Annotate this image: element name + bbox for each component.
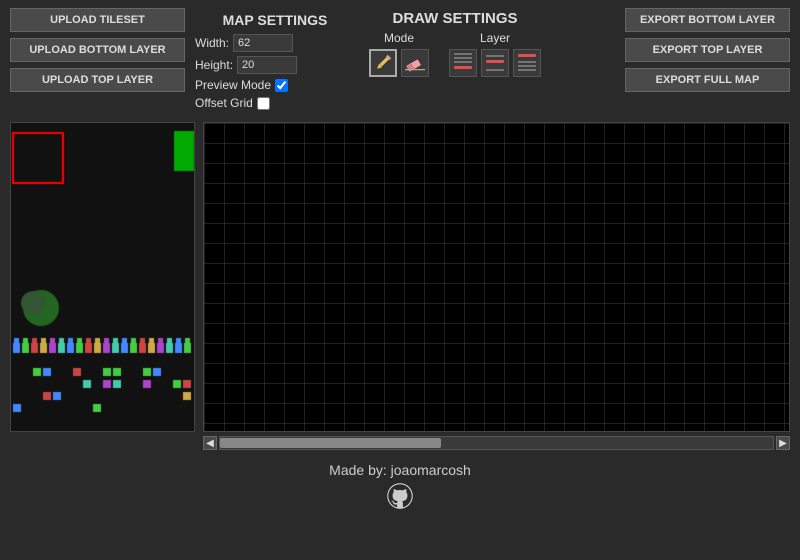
made-by-text: Made by: joaomarcosh: [329, 462, 471, 478]
draw-sub: Mode: [369, 31, 541, 77]
map-canvas[interactable]: [203, 122, 790, 432]
top-layer-svg: [516, 52, 538, 74]
scrollbar-track[interactable]: [219, 436, 774, 450]
layer-icons: [449, 49, 541, 77]
map-canvas-wrapper: ◀ ▶: [203, 122, 790, 450]
scroll-right-arrow[interactable]: ▶: [776, 436, 790, 450]
preview-mode-label: Preview Mode: [195, 78, 271, 92]
preview-mode-checkbox[interactable]: [275, 79, 288, 92]
pencil-tool[interactable]: [369, 49, 397, 77]
upload-tileset-button[interactable]: UPLOAD TILESET: [10, 8, 185, 32]
top-bar: UPLOAD TILESET UPLOAD BOTTOM LAYER UPLOA…: [0, 0, 800, 122]
map-settings-panel: MAP SETTINGS Width: Height: Preview Mode…: [195, 8, 355, 114]
offset-grid-label: Offset Grid: [195, 96, 253, 110]
pencil-icon: [373, 53, 393, 73]
bottom-layer-icon[interactable]: [449, 49, 477, 77]
offset-grid-checkbox[interactable]: [257, 97, 270, 110]
right-buttons: EXPORT BOTTOM LAYER EXPORT TOP LAYER EXP…: [625, 8, 790, 92]
eraser-tool[interactable]: [401, 49, 429, 77]
offset-grid-row: Offset Grid: [195, 96, 270, 110]
mode-group: Mode: [369, 31, 429, 77]
map-settings-title: MAP SETTINGS: [223, 12, 328, 28]
layer-label: Layer: [480, 31, 510, 45]
preview-mode-row: Preview Mode: [195, 78, 288, 92]
export-bottom-layer-button[interactable]: EXPORT BOTTOM LAYER: [625, 8, 790, 32]
middle-layer-svg: [484, 52, 506, 74]
layer-group: Layer: [449, 31, 541, 77]
upload-top-layer-button[interactable]: UPLOAD TOP LAYER: [10, 68, 185, 92]
width-label: Width:: [195, 36, 229, 50]
scrollbar-wrapper: ◀ ▶: [203, 436, 790, 450]
scroll-left-arrow[interactable]: ◀: [203, 436, 217, 450]
height-input[interactable]: [237, 56, 297, 74]
footer: Made by: joaomarcosh: [0, 462, 800, 510]
upload-bottom-layer-button[interactable]: UPLOAD BOTTOM LAYER: [10, 38, 185, 62]
eraser-icon: [405, 53, 425, 73]
mode-label: Mode: [384, 31, 414, 45]
mode-icons: [369, 49, 429, 77]
grid-overlay: [204, 123, 789, 431]
height-label: Height:: [195, 58, 233, 72]
height-row: Height:: [195, 56, 297, 74]
bottom-layer-svg: [452, 52, 474, 74]
draw-settings-title: DRAW SETTINGS: [392, 10, 517, 27]
main-area: ◀ ▶: [0, 122, 800, 450]
scrollbar-thumb[interactable]: [220, 438, 441, 448]
width-row: Width:: [195, 34, 293, 52]
middle-layer-icon[interactable]: [481, 49, 509, 77]
tileset-panel[interactable]: [10, 122, 195, 432]
export-top-layer-button[interactable]: EXPORT TOP LAYER: [625, 38, 790, 62]
tileset-mock: [11, 123, 194, 431]
github-svg: [386, 482, 414, 510]
width-input[interactable]: [233, 34, 293, 52]
export-full-map-button[interactable]: EXPORT FULL MAP: [625, 68, 790, 92]
left-buttons: UPLOAD TILESET UPLOAD BOTTOM LAYER UPLOA…: [10, 8, 185, 92]
draw-settings-panel: DRAW SETTINGS Mode: [365, 8, 545, 77]
github-icon[interactable]: [386, 482, 414, 510]
top-layer-icon[interactable]: [513, 49, 541, 77]
